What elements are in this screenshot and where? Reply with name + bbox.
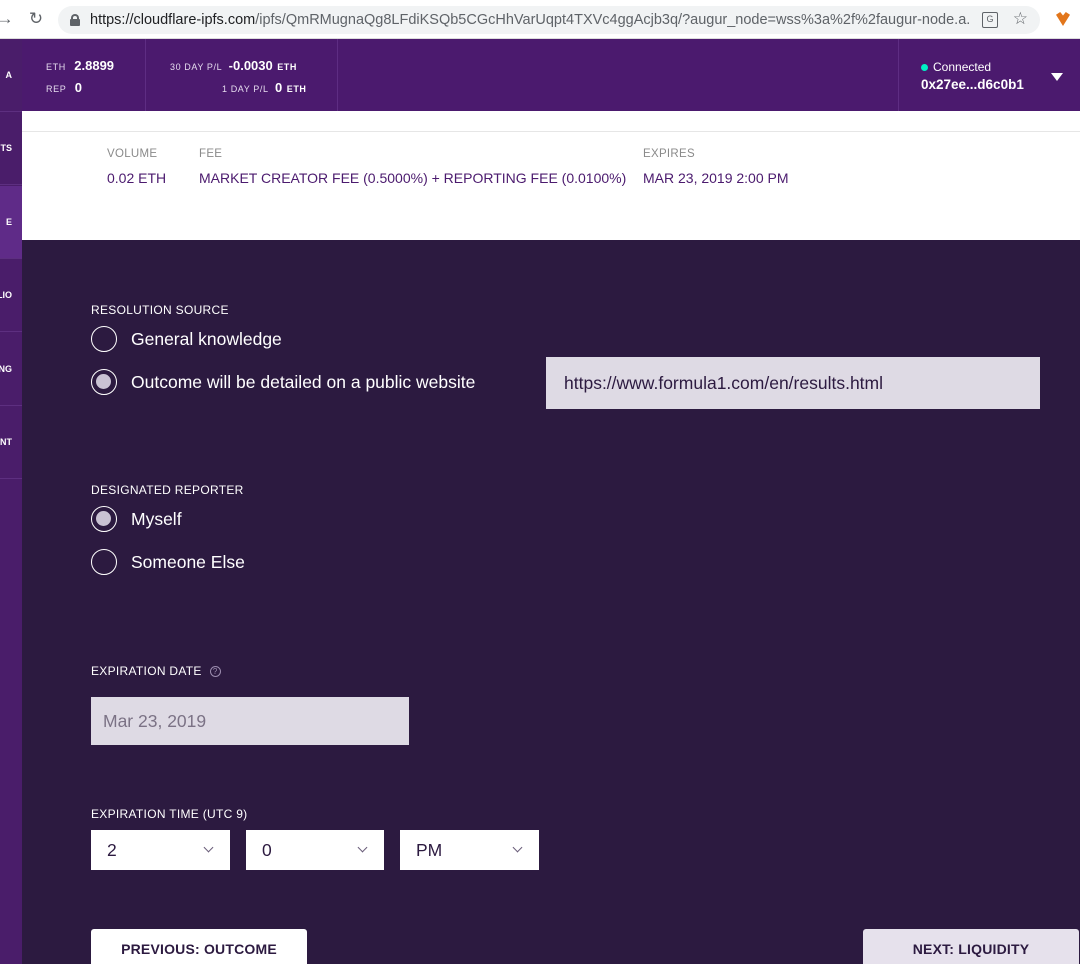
connected-dot-icon: [921, 64, 928, 71]
connection-status: Connected: [921, 58, 991, 76]
resolution-option-general[interactable]: General knowledge: [91, 326, 282, 352]
chevron-down-icon: [203, 842, 214, 853]
rep-value: 0: [74, 80, 82, 95]
url-text: https://cloudflare-ipfs.com/ipfs/QmRMugn…: [90, 12, 970, 28]
expires-value: MAR 23, 2019 2:00 PM: [643, 170, 789, 186]
sidebar-item-0[interactable]: A: [0, 39, 22, 112]
radio-button-selected[interactable]: [91, 506, 117, 532]
pl-30-day: 30 DAY P/L -0.0030 ETH: [170, 57, 297, 75]
pl-1-value: 0: [275, 80, 283, 95]
expiration-date-label-row: EXPIRATION DATE?: [91, 664, 221, 678]
chevron-down-icon: [357, 842, 368, 853]
sidebar-item-label: NG: [0, 364, 12, 374]
lock-icon: [70, 14, 80, 26]
market-summary: VOLUME 0.02 ETH FEE MARKET CREATOR FEE (…: [22, 111, 1080, 240]
sidebar-item-label: NT: [0, 437, 12, 447]
fee-value: MARKET CREATOR FEE (0.5000%) + REPORTING…: [199, 170, 627, 186]
pl-30-label: 30 DAY P/L: [170, 62, 223, 72]
volume-value: 0.02 ETH: [107, 170, 167, 186]
account-header: ETH 2.8899 REP 0 30 DAY P/L -0.0030 ETH …: [22, 39, 1080, 111]
resolution-option-website[interactable]: Outcome will be detailed on a public web…: [91, 369, 475, 395]
divider: [22, 131, 1080, 132]
sidebar-item-label: TS: [0, 143, 12, 153]
back-icon[interactable]: →: [0, 8, 16, 30]
account-address[interactable]: 0x27ee...d6c0b1: [921, 77, 1024, 92]
connection-status-text: Connected: [933, 60, 992, 74]
sidebar-item-2[interactable]: E: [0, 186, 22, 259]
browser-toolbar: → ↻ https://cloudflare-ipfs.com/ipfs/QmR…: [0, 0, 1080, 39]
radio-button-selected[interactable]: [91, 369, 117, 395]
divider: [337, 39, 338, 111]
sidebar: A TS E LIO NG NT: [0, 39, 22, 964]
radio-label: Myself: [131, 508, 182, 529]
translate-icon[interactable]: G: [982, 12, 998, 28]
resolution-url-input[interactable]: https://www.formula1.com/en/results.html: [546, 357, 1040, 409]
minute-value: 0: [262, 839, 272, 860]
reporter-option-myself[interactable]: Myself: [91, 506, 182, 532]
metamask-fox-icon[interactable]: [1056, 12, 1070, 26]
pl-1-label: 1 DAY P/L: [222, 84, 269, 94]
divider: [145, 39, 146, 111]
rep-balance: REP 0: [46, 79, 82, 97]
radio-button[interactable]: [91, 549, 117, 575]
expiration-date-label: EXPIRATION DATE: [91, 664, 202, 678]
chevron-down-icon: [512, 842, 523, 853]
sidebar-item-label: E: [5, 217, 12, 227]
radio-label: General knowledge: [131, 328, 282, 349]
hour-value: 2: [107, 839, 117, 860]
expires-label: EXPIRES: [643, 148, 695, 160]
rep-label: REP: [46, 84, 67, 94]
sidebar-item-label: LIO: [0, 290, 12, 300]
eth-balance: ETH 2.8899: [46, 57, 114, 75]
radio-button[interactable]: [91, 326, 117, 352]
fee-label: FEE: [199, 148, 223, 160]
meridiem-select[interactable]: PM: [400, 830, 539, 870]
hour-select[interactable]: 2: [91, 830, 230, 870]
sidebar-item-1[interactable]: TS: [0, 112, 22, 185]
pl-1-day: 1 DAY P/L 0 ETH: [222, 79, 307, 97]
volume-label: VOLUME: [107, 148, 158, 160]
meridiem-value: PM: [416, 839, 443, 860]
url-host: https://cloudflare-ipfs.com: [90, 12, 256, 28]
sidebar-item-3[interactable]: LIO: [0, 259, 22, 332]
sidebar-item-label: A: [5, 70, 13, 80]
designated-reporter-label: DESIGNATED REPORTER: [91, 483, 244, 497]
eth-label: ETH: [46, 62, 66, 72]
help-icon[interactable]: ?: [209, 666, 221, 677]
sidebar-item-4[interactable]: NG: [0, 333, 22, 406]
address-bar[interactable]: https://cloudflare-ipfs.com/ipfs/QmRMugn…: [58, 6, 1040, 34]
url-path: /ipfs/QmRMugnaQg8LFdiKSQb5CGcHhVarUqpt4T…: [255, 12, 970, 28]
account-dropdown-icon[interactable]: [1051, 73, 1063, 81]
expiration-date-input[interactable]: Mar 23, 2019: [91, 697, 409, 745]
sidebar-item-5[interactable]: NT: [0, 406, 22, 479]
reload-icon[interactable]: ↻: [25, 8, 47, 30]
pl-30-unit: ETH: [277, 62, 298, 72]
pl-1-unit: ETH: [286, 84, 307, 94]
eth-value: 2.8899: [74, 58, 115, 73]
previous-outcome-button[interactable]: PREVIOUS: OUTCOME: [91, 929, 307, 964]
pl-30-value: -0.0030: [228, 58, 273, 73]
next-liquidity-button[interactable]: NEXT: LIQUIDITY: [863, 929, 1079, 964]
reporter-option-someone-else[interactable]: Someone Else: [91, 549, 245, 575]
bookmark-star-icon[interactable]: ☆: [1013, 9, 1028, 29]
minute-select[interactable]: 0: [246, 830, 384, 870]
radio-label: Outcome will be detailed on a public web…: [131, 371, 476, 392]
expiration-time-label: EXPIRATION TIME (UTC 9): [91, 807, 248, 821]
resolution-source-label: RESOLUTION SOURCE: [91, 303, 229, 317]
radio-label: Someone Else: [131, 551, 245, 572]
divider: [898, 39, 899, 111]
